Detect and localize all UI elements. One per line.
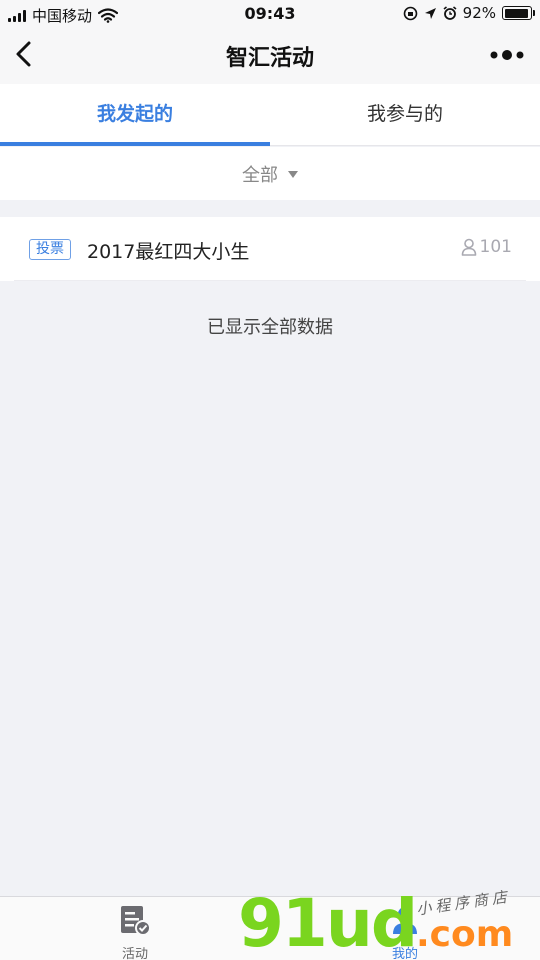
filter-bar: 全部: [0, 147, 540, 200]
person-icon: [461, 238, 476, 256]
activity-title: 2017最红四大小生: [87, 241, 250, 263]
battery-fill: [504, 8, 528, 18]
watermark-tld: .com: [416, 914, 514, 955]
battery-icon: [502, 6, 535, 20]
count-value: 101: [479, 237, 512, 257]
page-title: 智汇活动: [225, 46, 314, 71]
tab-participated[interactable]: 我参与的: [270, 84, 540, 145]
caret-down-icon: [288, 170, 298, 178]
participant-count: 101: [461, 237, 512, 257]
status-bar: 中国移动 09:43 92%: [0, 0, 540, 28]
filter-label: 全部: [242, 165, 278, 186]
watermark-logo: 91ud 小程序商店 .com: [238, 885, 538, 960]
end-of-list-message: 已显示全部数据: [207, 317, 333, 338]
tab-bar: 我发起的 我参与的: [0, 84, 540, 146]
tabbar-label-activity: 活动: [121, 947, 148, 960]
more-icon[interactable]: [490, 46, 524, 64]
watermark-brand: 91ud: [238, 885, 418, 960]
tab-initiated[interactable]: 我发起的: [0, 84, 270, 146]
activity-icon: [121, 906, 151, 936]
nav-bar: 智汇活动: [0, 28, 540, 84]
rotation-lock-icon: [403, 6, 417, 20]
alarm-icon: [443, 6, 457, 20]
location-icon: [424, 7, 436, 19]
tabbar-item-activity[interactable]: 活动: [95, 903, 175, 960]
list-item[interactable]: 投票 2017最红四大小生 101: [0, 217, 540, 281]
filter-dropdown[interactable]: 全部: [242, 161, 298, 187]
type-badge: 投票: [29, 239, 71, 260]
battery-percent: 92%: [462, 4, 496, 22]
status-right: 92%: [403, 4, 535, 22]
